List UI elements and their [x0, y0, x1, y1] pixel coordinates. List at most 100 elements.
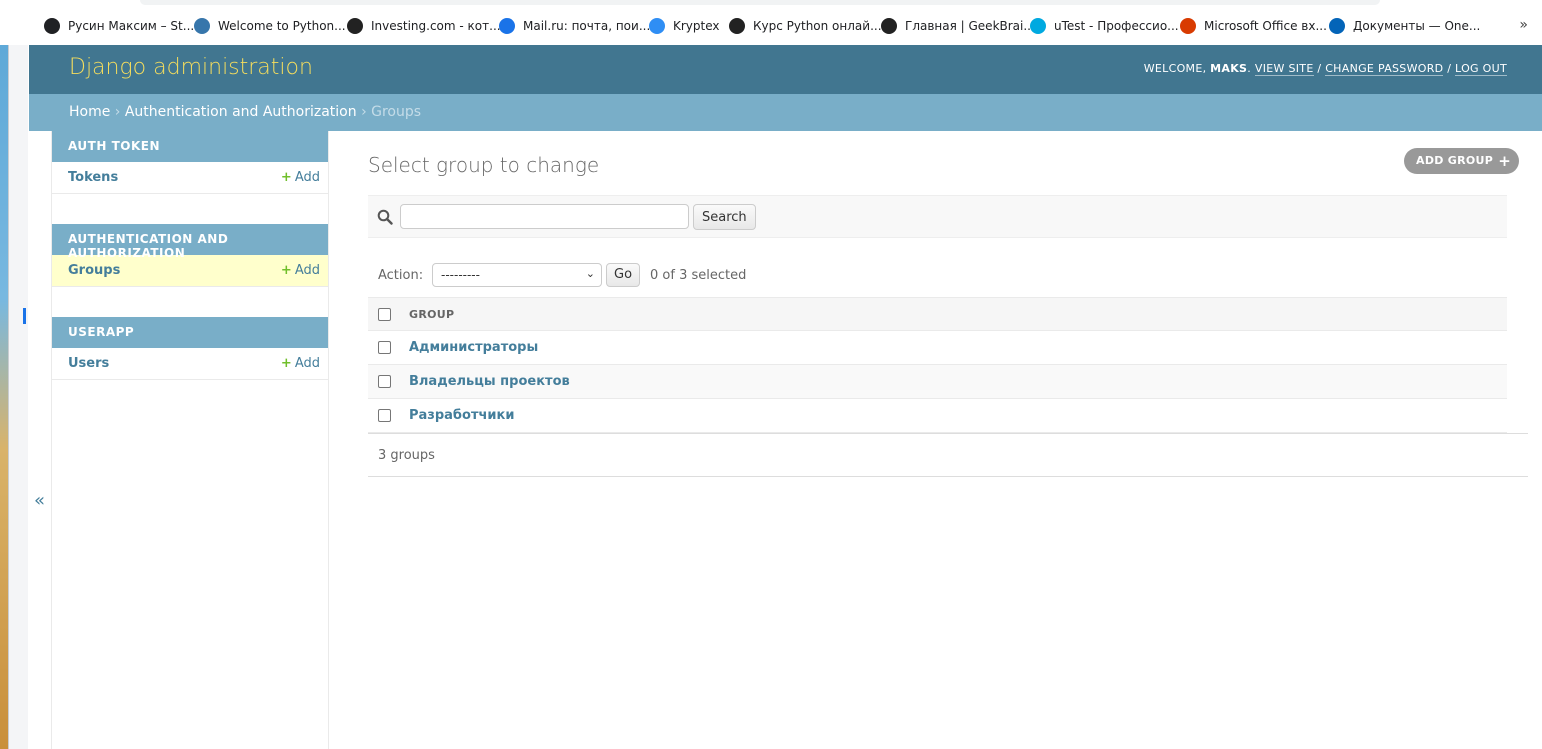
- sidebar-toggle-button[interactable]: «: [29, 131, 52, 749]
- admin-header: Django administration WELCOME, MAKS. VIE…: [29, 45, 1542, 94]
- investing-icon: [347, 18, 363, 34]
- utest-icon: [1030, 18, 1046, 34]
- bookmark-label: Microsoft Office вх...: [1204, 19, 1327, 33]
- results-table: GROUP Администраторы Владельцы проектов Ра…: [368, 297, 1507, 433]
- desktop-side-panel: [8, 25, 28, 749]
- add-link[interactable]: + Add: [281, 263, 320, 278]
- bookmark-item[interactable]: Microsoft Office вх...: [1180, 17, 1327, 35]
- geekbrains-icon: [729, 18, 745, 34]
- row-checkbox[interactable]: [378, 375, 391, 388]
- module-caption[interactable]: AUTH TOKEN: [52, 131, 328, 162]
- bookmark-label: Mail.ru: почта, пои...: [523, 19, 651, 33]
- add-group-label: ADD GROUP: [1416, 154, 1494, 167]
- onedrive-icon: [1329, 18, 1345, 34]
- page-title: Select group to change: [368, 153, 600, 177]
- add-label: Add: [294, 170, 320, 185]
- module-caption[interactable]: AUTHENTICATION AND AUTHORIZATION: [52, 224, 328, 260]
- go-button[interactable]: Go: [606, 263, 641, 287]
- bookmark-item[interactable]: Mail.ru: почта, пои...: [499, 17, 650, 35]
- welcome-text: WELCOME,: [1143, 62, 1211, 75]
- breadcrumb: Home › Authentication and Authorization …: [29, 94, 1542, 131]
- office-icon: [1180, 18, 1196, 34]
- bookmark-item[interactable]: Документы — One...: [1329, 17, 1480, 35]
- add-label: Add: [294, 263, 320, 278]
- group-cell: Владельцы проектов: [409, 364, 1507, 399]
- breadcrumb-app[interactable]: Authentication and Authorization: [125, 104, 357, 120]
- group-cell: Администраторы: [409, 330, 1507, 365]
- model-link[interactable]: Users: [68, 356, 109, 371]
- add-link[interactable]: + Add: [281, 356, 320, 371]
- bookmark-label: Документы — One...: [1353, 19, 1481, 33]
- table-row: Администраторы: [368, 330, 1507, 365]
- python-icon: [194, 18, 210, 34]
- row-select-cell: [368, 398, 409, 433]
- bookmark-item[interactable]: Kryptex: [649, 17, 720, 35]
- username: MAKS: [1210, 62, 1248, 75]
- app-module: USERAPP Users + Add: [52, 317, 328, 380]
- separator: /: [1313, 62, 1326, 75]
- log-out-link[interactable]: LOG OUT: [1455, 62, 1507, 76]
- bookmark-label: Русин Максим – St...: [68, 19, 195, 33]
- app-module: AUTH TOKEN Tokens + Add: [52, 131, 328, 194]
- bookmark-label: Главная | GeekBrai...: [905, 19, 1035, 33]
- view-site-link[interactable]: VIEW SITE: [1254, 62, 1314, 76]
- more-bookmarks-icon[interactable]: »: [1519, 17, 1528, 33]
- row-select-cell: [368, 330, 409, 365]
- bookmark-label: Welcome to Python...: [218, 19, 346, 33]
- bookmark-item[interactable]: Welcome to Python...: [194, 17, 346, 35]
- selection-counter: 0 of 3 selected: [650, 268, 747, 283]
- add-link[interactable]: + Add: [281, 170, 320, 185]
- breadcrumb-home[interactable]: Home: [69, 104, 110, 120]
- group-link[interactable]: Администраторы: [409, 340, 538, 355]
- group-link[interactable]: Разработчики: [409, 408, 514, 423]
- search-icon: [377, 209, 393, 225]
- plus-icon: +: [1498, 152, 1512, 170]
- bookmark-item[interactable]: Курс Python онлай...: [729, 17, 882, 35]
- action-label: Action:: [378, 268, 424, 283]
- bookmark-item[interactable]: Русин Максим – St...: [44, 17, 194, 35]
- plus-icon: +: [280, 170, 292, 185]
- module-caption[interactable]: USERAPP: [52, 317, 328, 348]
- select-all-checkbox[interactable]: [378, 307, 391, 321]
- site-branding[interactable]: Django administration: [69, 55, 313, 80]
- geekbrains-icon: [881, 18, 897, 34]
- table-row: Владельцы проектов: [368, 364, 1507, 399]
- chevron-down-icon: ⌄: [585, 267, 595, 280]
- row-checkbox[interactable]: [378, 409, 391, 422]
- group-cell: Разработчики: [409, 398, 1507, 433]
- table-row: Разработчики: [368, 398, 1507, 433]
- add-label: Add: [294, 356, 320, 371]
- model-link[interactable]: Groups: [68, 263, 120, 278]
- plus-icon: +: [280, 263, 292, 278]
- row-checkbox[interactable]: [378, 341, 391, 354]
- diamond-icon: [649, 18, 665, 34]
- bookmark-item[interactable]: uTest - Профессио...: [1030, 17, 1179, 35]
- action-select[interactable]: --------- ⌄: [432, 263, 602, 287]
- group-link[interactable]: Владельцы проектов: [409, 374, 570, 389]
- user-tools: WELCOME, MAKS. VIEW SITE / CHANGE PASSWO…: [1143, 62, 1507, 76]
- add-group-button[interactable]: ADD GROUP +: [1404, 148, 1520, 174]
- search-button[interactable]: Search: [693, 204, 756, 230]
- bookmark-label: uTest - Профессио...: [1054, 19, 1179, 33]
- search-input[interactable]: [400, 204, 689, 229]
- app-module: AUTHENTICATION AND AUTHORIZATION Groups + A…: [52, 224, 328, 287]
- bookmark-label: Курс Python онлай...: [753, 19, 882, 33]
- breadcrumb-current: Groups: [371, 104, 422, 120]
- search-toolbar: Search: [368, 195, 1507, 238]
- bookmark-label: Investing.com - кот...: [371, 19, 501, 33]
- row-select-cell: [368, 364, 409, 399]
- bookmark-item[interactable]: Investing.com - кот...: [347, 17, 501, 35]
- address-bar-edge: [140, 0, 1380, 5]
- model-link[interactable]: Tokens: [68, 170, 118, 185]
- paginator: 3 groups: [368, 433, 1528, 477]
- action-select-value: ---------: [441, 268, 480, 282]
- breadcrumb-separator: ›: [110, 104, 125, 120]
- bookmarks-bar: Русин Максим – St... Welcome to Python...…: [0, 0, 1542, 45]
- plus-icon: +: [280, 356, 292, 371]
- change-password-link[interactable]: CHANGE PASSWORD: [1325, 62, 1444, 76]
- bookmark-item[interactable]: Главная | GeekBrai...: [881, 17, 1035, 35]
- select-all-cell: [368, 297, 409, 331]
- panel-indicator: [23, 308, 26, 324]
- column-header-group[interactable]: GROUP: [409, 297, 1507, 331]
- mailru-icon: [499, 18, 515, 34]
